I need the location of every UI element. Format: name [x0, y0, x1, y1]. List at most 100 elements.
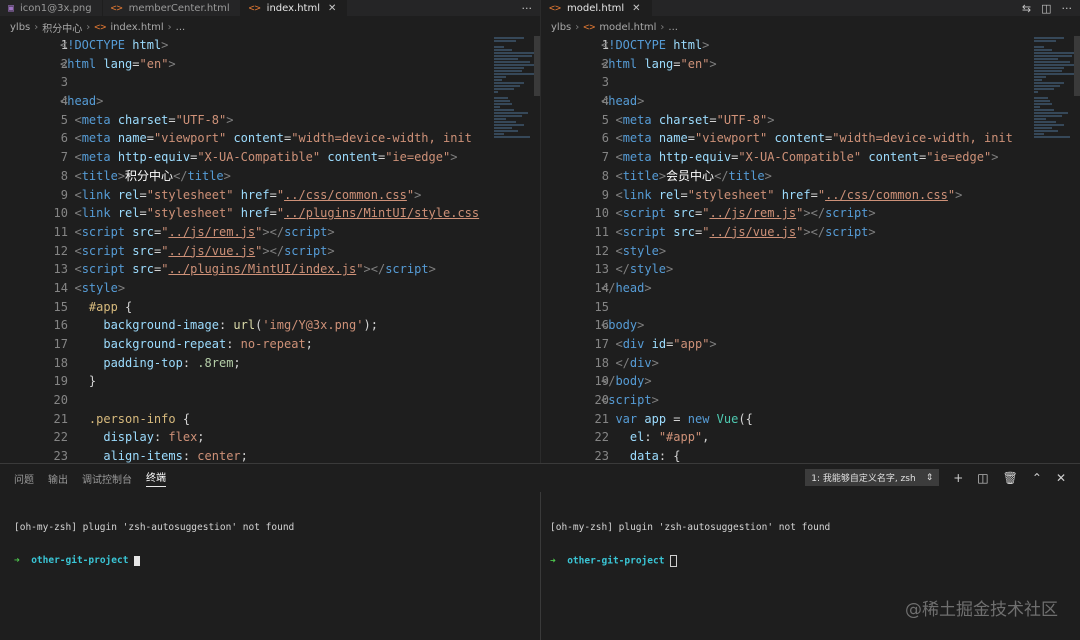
code-line: 2 <html lang="en"> — [601, 56, 717, 71]
tab-debug-console[interactable]: 调试控制台 — [82, 471, 132, 486]
left-tab-bar: ▣ icon1@3x.png <> memberCenter.html <> i… — [0, 0, 540, 16]
minimap-line — [1034, 91, 1038, 93]
minimap-line — [1034, 40, 1056, 42]
vscode-window: ▣ icon1@3x.png <> memberCenter.html <> i… — [0, 0, 1080, 640]
minimap-line — [494, 136, 530, 138]
html-file-icon: <> — [94, 21, 107, 33]
code-line: 20 — [53, 393, 68, 408]
breadcrumb: ylbs › 积分中心 › <> index.html › ... — [0, 16, 540, 38]
html-file-icon: <> — [248, 2, 261, 14]
split-terminal-icon[interactable]: ◫ — [977, 471, 988, 485]
breadcrumb-item[interactable]: ylbs — [551, 22, 571, 33]
code-line: 2 <html lang="en"> — [60, 56, 176, 71]
code-line: 21 .person-info { — [53, 411, 191, 426]
minimap-line — [1034, 52, 1074, 54]
minimap-line — [494, 46, 504, 48]
minimap-line — [1034, 97, 1048, 99]
close-icon[interactable]: ✕ — [328, 3, 336, 14]
breadcrumb-item[interactable]: ... — [668, 22, 678, 33]
scrollbar[interactable] — [534, 36, 540, 96]
terminal-arrow-icon: ➜ — [550, 555, 562, 567]
minimap-line — [494, 103, 512, 105]
minimap-line — [1034, 82, 1064, 84]
minimap[interactable] — [488, 36, 540, 463]
chevron-right-icon: › — [34, 21, 39, 33]
prompt-project: other-git-project — [31, 555, 129, 566]
minimap-line — [494, 82, 524, 84]
scrollbar[interactable] — [1074, 36, 1080, 96]
code-line: 15 — [594, 299, 609, 314]
minimap-line — [1034, 79, 1042, 81]
minimap-line — [494, 121, 516, 123]
code-line: 1 <!DOCTYPE html> — [60, 38, 169, 52]
code-line: 3 — [601, 75, 609, 90]
panel-toolbar: 1: 我能够自定义名字, zsh ⇕ + ◫ 🗑 ⌃ ✕ — [805, 469, 1066, 486]
breadcrumb-item[interactable]: model.html — [599, 22, 656, 33]
tab-model-html[interactable]: <> model.html ✕ — [541, 0, 652, 16]
terminal-right[interactable]: [oh-my-zsh] plugin 'zsh-autosuggestion' … — [550, 500, 1070, 589]
chevron-up-icon[interactable]: ⌃ — [1032, 471, 1042, 485]
minimap-line — [1034, 106, 1040, 108]
right-editor-pane: <> model.html ✕ ⇆ ◫ ··· ylbs › <> model.h… — [541, 0, 1080, 463]
minimap[interactable] — [1028, 36, 1080, 463]
breadcrumb-item[interactable]: ylbs — [10, 22, 30, 33]
tab-index-html[interactable]: <> index.html ✕ — [240, 0, 348, 16]
code-line: 17 background-repeat: no-repeat; — [53, 337, 313, 351]
prompt-project: other-git-project — [567, 555, 665, 567]
ellipsis-icon[interactable]: ··· — [522, 2, 533, 15]
minimap-line — [1034, 61, 1070, 63]
minimap-line — [494, 58, 518, 60]
terminal-select-value: 1: 我能够自定义名字, zsh — [811, 474, 916, 484]
minimap-line — [494, 55, 532, 57]
minimap-line — [1034, 130, 1058, 132]
code-line: 20 <script> — [594, 393, 659, 408]
close-icon[interactable]: ✕ — [632, 3, 640, 14]
minimap-line — [494, 73, 534, 75]
split-editor-icon[interactable]: ◫ — [1041, 2, 1051, 15]
terminal-cursor — [134, 555, 141, 566]
minimap-line — [494, 40, 516, 42]
html-file-icon: <> — [110, 2, 123, 14]
code-line: 11 <script src="../js/vue.js"></script> — [594, 224, 876, 239]
minimap-line — [1034, 49, 1052, 51]
terminal-left[interactable]: [oh-my-zsh] plugin 'zsh-autosuggestion' … — [14, 500, 534, 588]
breadcrumb-item[interactable]: ... — [176, 22, 186, 33]
terminal-arrow-icon: ➜ — [14, 555, 26, 566]
minimap-line — [494, 88, 514, 90]
minimap-line — [1034, 121, 1056, 123]
tab-problems[interactable]: 问题 — [14, 471, 34, 486]
right-tab-bar: <> model.html ✕ ⇆ ◫ ··· — [541, 0, 1080, 16]
minimap-line — [1034, 124, 1064, 126]
tab-member-center[interactable]: <> memberCenter.html — [103, 0, 241, 16]
terminal-cursor — [670, 555, 678, 567]
chevron-right-icon: › — [167, 21, 172, 33]
minimap-line — [1034, 85, 1060, 87]
close-icon[interactable]: ✕ — [1056, 471, 1066, 485]
tab-label: icon1@3x.png — [20, 2, 92, 14]
code-line: 10 <link rel="stylesheet" href="../plugi… — [53, 206, 480, 221]
terminal-select[interactable]: 1: 我能够自定义名字, zsh ⇕ — [805, 469, 940, 486]
plus-icon[interactable]: + — [953, 471, 963, 485]
code-line: 22 el: "#app", — [594, 430, 710, 445]
tab-terminal[interactable]: 终端 — [146, 469, 166, 487]
code-editor[interactable]: 1 <!DOCTYPE html> 2 <html lang="en"> 3 4 <h… — [0, 36, 482, 463]
compare-icon[interactable]: ⇆ — [1022, 2, 1031, 15]
updown-icon: ⇕ — [925, 472, 934, 483]
code-editor[interactable]: 1 <!DOCTYPE html> 2 <html lang="en"> 3 4 <h… — [541, 36, 1022, 463]
breadcrumb-item[interactable]: 积分中心 — [42, 20, 82, 35]
breadcrumb-item[interactable]: index.html — [110, 22, 163, 33]
minimap-line — [494, 79, 502, 81]
tab-label: index.html — [266, 2, 320, 14]
trash-icon[interactable]: 🗑 — [1003, 471, 1018, 485]
tab-icon1-png[interactable]: ▣ icon1@3x.png — [0, 0, 103, 16]
tab-output[interactable]: 输出 — [48, 471, 68, 486]
ellipsis-icon[interactable]: ··· — [1062, 2, 1073, 15]
code-line: 16 <body> — [594, 318, 645, 333]
code-line: 15 #app { — [53, 299, 133, 314]
html-file-icon: <> — [583, 21, 596, 33]
code-line: 4 <head> — [601, 94, 645, 109]
minimap-line — [494, 67, 524, 69]
code-line: 5 <meta charset="UTF-8"> — [601, 112, 775, 127]
minimap-line — [1034, 46, 1044, 48]
minimap-line — [494, 64, 536, 66]
